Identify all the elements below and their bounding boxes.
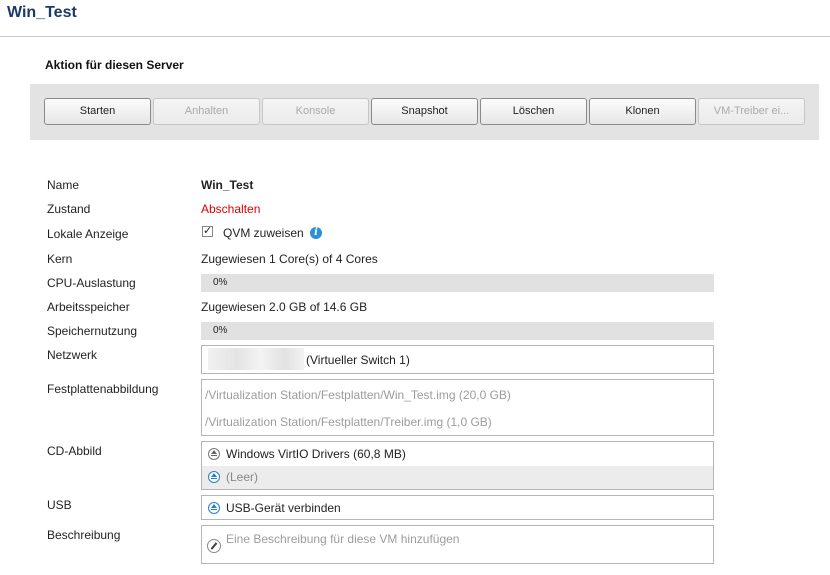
- name-label: Name: [47, 178, 80, 192]
- vm-driver-button[interactable]: VM-Treiber ei...: [698, 98, 805, 125]
- delete-button[interactable]: Löschen: [480, 98, 587, 125]
- pause-button[interactable]: Anhalten: [153, 98, 260, 125]
- title-divider: [0, 36, 830, 37]
- cpu-label: CPU-Auslastung: [47, 276, 136, 290]
- cpu-usage-bar: 0%: [201, 274, 714, 292]
- core-value: Zugewiesen 1 Core(s) of 4 Cores: [201, 252, 378, 266]
- network-label: Netzwerk: [47, 348, 98, 362]
- cd-image-box: Windows VirtIO Drivers (60,8 MB) (Leer): [201, 441, 714, 490]
- description-box[interactable]: Eine Beschreibung für diese VM hinzufüge…: [201, 525, 714, 564]
- snapshot-button[interactable]: Snapshot: [371, 98, 478, 125]
- description-label: Beschreibung: [47, 528, 121, 542]
- disk-image-item[interactable]: /Virtualization Station/Festplatten/Trei…: [205, 415, 492, 429]
- section-title: Aktion für diesen Server: [45, 58, 184, 72]
- disk-image-label: Festplattenabbildung: [47, 382, 159, 396]
- action-toolbar: Starten Anhalten Konsole Snapshot Lösche…: [30, 84, 819, 140]
- console-button[interactable]: Konsole: [262, 98, 369, 125]
- redacted-mac-address: [208, 348, 304, 370]
- disk-image-box: /Virtualization Station/Festplatten/Win_…: [201, 379, 714, 436]
- cpu-usage-text: 0%: [213, 277, 228, 288]
- page-title: Win_Test: [7, 4, 77, 21]
- vm-details-page: Win_Test Aktion für diesen Server Starte…: [0, 0, 830, 575]
- local-display-label: Lokale Anzeige: [47, 227, 129, 241]
- memory-label: Arbeitsspeicher: [47, 300, 130, 314]
- qvm-assign-checkbox[interactable]: ✓: [202, 226, 213, 237]
- cd-image-item: (Leer): [226, 470, 259, 484]
- qvm-assign-label: QVM zuweisen: [223, 226, 304, 240]
- usb-label: USB: [47, 498, 72, 512]
- memory-value: Zugewiesen 2.0 GB of 14.6 GB: [201, 300, 368, 314]
- cd-image-label: CD-Abbild: [47, 444, 102, 458]
- description-placeholder[interactable]: Eine Beschreibung für diese VM hinzufüge…: [226, 532, 459, 546]
- info-icon[interactable]: i: [310, 227, 322, 239]
- name-value: Win_Test: [201, 178, 254, 192]
- eject-icon[interactable]: [208, 448, 220, 460]
- usb-connect-text[interactable]: USB-Gerät verbinden: [226, 501, 341, 515]
- start-button[interactable]: Starten: [44, 98, 151, 125]
- core-label: Kern: [47, 252, 73, 266]
- cd-image-row[interactable]: Windows VirtIO Drivers (60,8 MB): [202, 442, 713, 466]
- cd-image-item: Windows VirtIO Drivers (60,8 MB): [226, 447, 406, 461]
- cd-image-row[interactable]: (Leer): [202, 466, 713, 489]
- eject-icon[interactable]: [208, 471, 220, 483]
- usb-box[interactable]: USB-Gerät verbinden: [201, 495, 714, 520]
- memory-usage-bar: 0%: [201, 322, 714, 340]
- memory-usage-label: Speichernutzung: [47, 324, 138, 338]
- memory-usage-text: 0%: [213, 325, 228, 336]
- state-value: Abschalten: [201, 202, 261, 216]
- state-label: Zustand: [47, 202, 91, 216]
- clone-button[interactable]: Klonen: [589, 98, 696, 125]
- pencil-icon[interactable]: [207, 539, 221, 553]
- disk-image-item[interactable]: /Virtualization Station/Festplatten/Win_…: [205, 388, 511, 402]
- network-switch: (Virtueller Switch 1): [306, 353, 410, 367]
- network-box[interactable]: (Virtueller Switch 1): [201, 345, 714, 374]
- usb-connect-icon[interactable]: [208, 502, 220, 514]
